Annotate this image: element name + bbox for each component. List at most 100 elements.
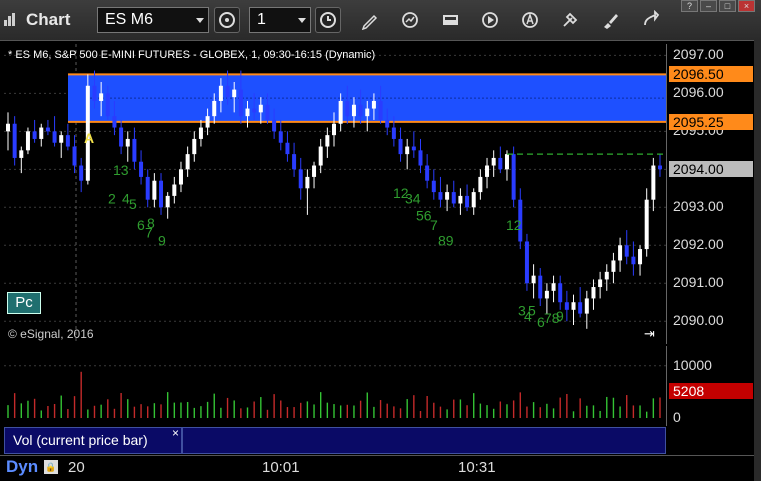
link-icon[interactable] xyxy=(640,10,660,30)
candle-body xyxy=(159,180,164,208)
chart-title: * ES M6, S&P 500 E-MINI FUTURES - GLOBEX… xyxy=(8,49,376,61)
copyright-text: © eSignal, 2016 xyxy=(8,327,94,341)
candle-body xyxy=(431,180,436,193)
tools-icon[interactable] xyxy=(560,10,580,30)
candle-body xyxy=(511,154,516,200)
play-icon[interactable] xyxy=(480,10,500,30)
candle-body xyxy=(524,241,529,284)
candle-body xyxy=(65,135,70,147)
candle-body xyxy=(598,279,603,288)
candle-body xyxy=(305,176,310,189)
scroll-right-icon: ⇥ xyxy=(644,327,655,342)
dyn-label[interactable]: Dyn xyxy=(6,457,38,477)
candle-body xyxy=(272,119,277,132)
cycle-button[interactable] xyxy=(214,7,240,33)
alert-icon[interactable] xyxy=(520,10,540,30)
candle-body xyxy=(618,245,623,261)
count-label: 7 xyxy=(145,225,153,241)
pencil-icon[interactable] xyxy=(360,10,380,30)
candle-body xyxy=(105,93,110,117)
candle-body xyxy=(351,104,356,117)
candle-body xyxy=(558,283,563,303)
candle-body xyxy=(491,157,496,166)
candle-body xyxy=(451,192,456,204)
price-axis[interactable]: 2097.002096.002095.002094.002093.002092.… xyxy=(666,44,755,344)
candle-body xyxy=(478,176,483,193)
time-axis[interactable]: Dyn 🔒 20 10:01 10:31 xyxy=(0,455,761,481)
candle-body xyxy=(318,146,323,166)
time-tick-label: 10:01 xyxy=(262,459,300,476)
chart-window: Chart ES M6 1 ? – □ × A 13 2 4 5 6 8 7 9… xyxy=(0,0,761,481)
candle-body xyxy=(285,142,290,155)
volume-chart[interactable] xyxy=(4,346,666,426)
interval-selector[interactable]: 1 xyxy=(249,7,311,33)
volume-axis[interactable]: 10000 0 5208 xyxy=(666,346,755,426)
candle-body xyxy=(438,192,443,200)
candle-body xyxy=(338,100,343,124)
minimize-button[interactable]: – xyxy=(700,0,717,12)
cycle-icon xyxy=(219,12,235,28)
candle-body xyxy=(651,165,656,200)
count-label: 34 xyxy=(405,190,421,206)
marker-a-label: A xyxy=(84,130,94,146)
chart-app-icon xyxy=(4,13,18,27)
volume-last-tag: 5208 xyxy=(669,382,753,399)
candle-body xyxy=(658,165,662,170)
close-icon[interactable]: × xyxy=(172,426,179,440)
candle-body xyxy=(544,290,549,299)
window-title: Chart xyxy=(4,9,70,31)
pc-badge[interactable]: Pc xyxy=(7,292,41,314)
maximize-button[interactable]: □ xyxy=(719,0,736,12)
candle-body xyxy=(245,108,250,117)
candle-body xyxy=(371,100,376,109)
chevron-down-icon[interactable] xyxy=(196,18,204,23)
candle-body xyxy=(198,127,203,139)
candle-body xyxy=(32,131,37,139)
count-label: 12 xyxy=(506,217,522,233)
price-tick-label: 2093.00 xyxy=(673,198,724,215)
candle-body xyxy=(45,127,50,132)
volume-tick-label: 10000 xyxy=(673,356,712,373)
interval-value: 1 xyxy=(257,11,266,28)
candle-body xyxy=(578,302,583,314)
candle-body xyxy=(471,192,476,208)
candle-body xyxy=(624,245,629,257)
candle-body xyxy=(584,298,589,314)
count-label: 5 xyxy=(129,196,137,212)
count-label: 9 xyxy=(158,232,166,248)
candle-body xyxy=(365,108,370,117)
count-label: 9 xyxy=(556,308,564,324)
candle-body xyxy=(165,195,170,208)
brush-icon[interactable] xyxy=(600,10,620,30)
window-controls: ? – □ × xyxy=(681,0,755,12)
candle-body xyxy=(185,154,190,170)
candle-body xyxy=(12,123,17,158)
study-icon[interactable] xyxy=(400,10,420,30)
candle-body xyxy=(445,192,450,200)
count-label: 2 xyxy=(108,190,116,206)
help-button[interactable]: ? xyxy=(681,0,698,12)
candle-body xyxy=(345,100,350,117)
candle-body xyxy=(225,85,230,98)
candle-body xyxy=(644,199,649,250)
close-button[interactable]: × xyxy=(738,0,755,12)
candle-body xyxy=(238,89,243,117)
volume-legend[interactable]: Vol (current price bar) xyxy=(4,427,182,454)
calc-icon[interactable] xyxy=(440,10,460,30)
candle-body xyxy=(139,161,144,177)
candle-body xyxy=(391,127,396,139)
window-border xyxy=(754,40,761,481)
symbol-selector[interactable]: ES M6 xyxy=(97,7,209,33)
candle-body xyxy=(132,138,137,162)
candle-body xyxy=(591,287,596,299)
candle-body xyxy=(25,131,30,151)
lock-icon[interactable]: 🔒 xyxy=(44,460,58,474)
chevron-down-icon[interactable] xyxy=(298,18,306,23)
time-tick-label: 20 xyxy=(68,459,85,476)
count-label: 13 xyxy=(113,162,129,178)
candle-body xyxy=(611,260,616,272)
candle-body xyxy=(112,116,117,128)
count-label: 7 xyxy=(430,217,438,233)
price-chart[interactable]: A132 4 56 87 9123456789123 54 6 789⇥ xyxy=(4,44,666,344)
time-button[interactable] xyxy=(315,7,341,33)
